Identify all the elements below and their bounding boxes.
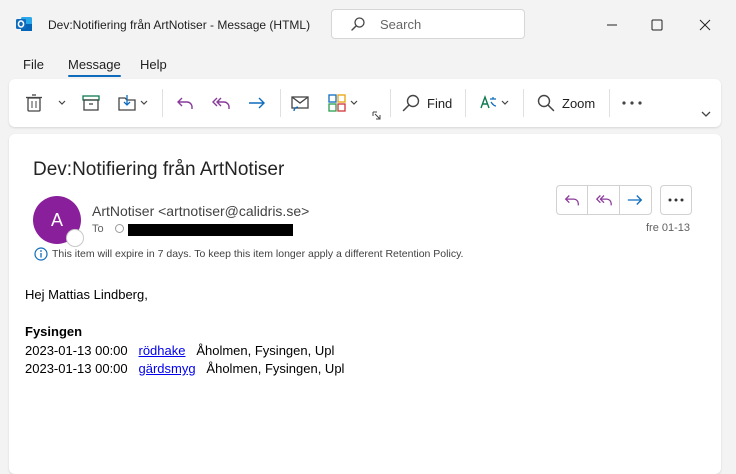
- message-actions: [556, 185, 652, 215]
- reply-icon: [564, 195, 580, 206]
- tab-message[interactable]: Message: [68, 57, 121, 72]
- ribbon-divider: [162, 89, 163, 117]
- more-options-icon[interactable]: [622, 101, 642, 105]
- chevron-down-icon[interactable]: [701, 111, 711, 118]
- info-icon: [34, 247, 48, 261]
- find-label: Find: [427, 95, 453, 111]
- retention-text: This item will expire in 7 days. To keep…: [52, 248, 464, 260]
- more-options-icon: [668, 198, 684, 202]
- reading-pane: Dev:Notifiering från ArtNotiser A ArtNot…: [9, 134, 721, 474]
- ribbon-divider: [465, 89, 466, 117]
- reply-button[interactable]: [557, 186, 589, 214]
- tab-file[interactable]: File: [23, 57, 44, 72]
- trash-icon: [26, 94, 42, 112]
- message-date: fre 01-13: [646, 222, 691, 234]
- message-subject: Dev:Notifiering från ArtNotiser: [33, 159, 285, 180]
- retention-notice: This item will expire in 7 days. To keep…: [34, 247, 463, 261]
- observation-datetime: 2023-01-13 00:00: [25, 343, 128, 358]
- search-box[interactable]: Search: [331, 9, 525, 39]
- chevron-down-icon: [501, 100, 509, 105]
- dialog-launcher-icon[interactable]: [372, 111, 381, 120]
- mail-icon: [291, 96, 309, 112]
- ribbon-divider: [609, 89, 610, 117]
- redacted-recipient: [128, 224, 293, 236]
- reply-icon: [177, 97, 193, 109]
- forward-button[interactable]: [620, 186, 651, 214]
- observation-row: 2023-01-13 00:00 rödhake Åholmen, Fysing…: [25, 343, 334, 358]
- search-icon: [351, 17, 365, 31]
- species-link[interactable]: gärdsmyg: [139, 361, 196, 376]
- presence-status-icon: [67, 230, 83, 246]
- minimize-icon[interactable]: [597, 10, 627, 40]
- to-label: To: [92, 223, 104, 235]
- ribbon-divider: [523, 89, 524, 117]
- zoom-label: Zoom: [562, 95, 596, 111]
- search-icon: [402, 94, 420, 112]
- ribbon-divider: [390, 89, 391, 117]
- title-bar: Dev:Notifiering från ArtNotiser - Messag…: [0, 0, 736, 50]
- observation-place: Åholmen, Fysingen, Upl: [196, 343, 335, 358]
- categorize-icon: [328, 94, 346, 112]
- forward-icon: [249, 97, 265, 109]
- active-tab-indicator: [68, 75, 121, 77]
- recipient-presence-icon: [115, 224, 124, 233]
- forward-button[interactable]: [247, 93, 267, 113]
- move-folder-icon: [118, 95, 136, 111]
- translate-button[interactable]: [478, 93, 509, 113]
- species-link[interactable]: rödhake: [139, 343, 186, 358]
- tab-help[interactable]: Help: [140, 57, 167, 72]
- location-heading: Fysingen: [25, 324, 83, 339]
- chevron-down-icon: [350, 100, 358, 105]
- zoom-button[interactable]: Zoom: [536, 93, 595, 113]
- mail-action-button[interactable]: [290, 93, 310, 113]
- reply-button[interactable]: [175, 93, 195, 113]
- archive-icon: [82, 95, 100, 111]
- greeting: Hej Mattias Lindberg,: [25, 287, 148, 302]
- categorize-button[interactable]: [327, 93, 358, 113]
- observation-datetime: 2023-01-13 00:00: [25, 361, 128, 376]
- chevron-down-icon[interactable]: [58, 100, 66, 106]
- zoom-icon: [537, 94, 555, 112]
- translate-icon: [480, 94, 497, 109]
- reply-all-button[interactable]: [588, 186, 620, 214]
- reply-all-icon: [212, 97, 230, 109]
- maximize-icon[interactable]: [642, 10, 672, 40]
- reply-all-icon: [595, 195, 612, 206]
- observation-place: Åholmen, Fysingen, Upl: [206, 361, 345, 376]
- search-placeholder: Search: [380, 17, 422, 32]
- chevron-down-icon: [140, 100, 148, 105]
- find-button[interactable]: Find: [401, 93, 452, 113]
- archive-button[interactable]: [81, 93, 101, 113]
- sender[interactable]: ArtNotiser <artnotiser@calidris.se>: [92, 203, 309, 219]
- ribbon: Find Zoom: [9, 79, 721, 127]
- delete-button[interactable]: [24, 93, 44, 113]
- reply-all-button[interactable]: [211, 93, 231, 113]
- forward-icon: [628, 195, 643, 205]
- more-actions-button[interactable]: [660, 185, 692, 215]
- move-button[interactable]: [117, 93, 148, 113]
- outlook-icon: [16, 17, 32, 31]
- ribbon-divider: [280, 89, 281, 117]
- observation-row: 2023-01-13 00:00 gärdsmyg Åholmen, Fysin…: [25, 361, 344, 376]
- window-title: Dev:Notifiering från ArtNotiser - Messag…: [48, 18, 311, 32]
- close-icon[interactable]: [690, 10, 720, 40]
